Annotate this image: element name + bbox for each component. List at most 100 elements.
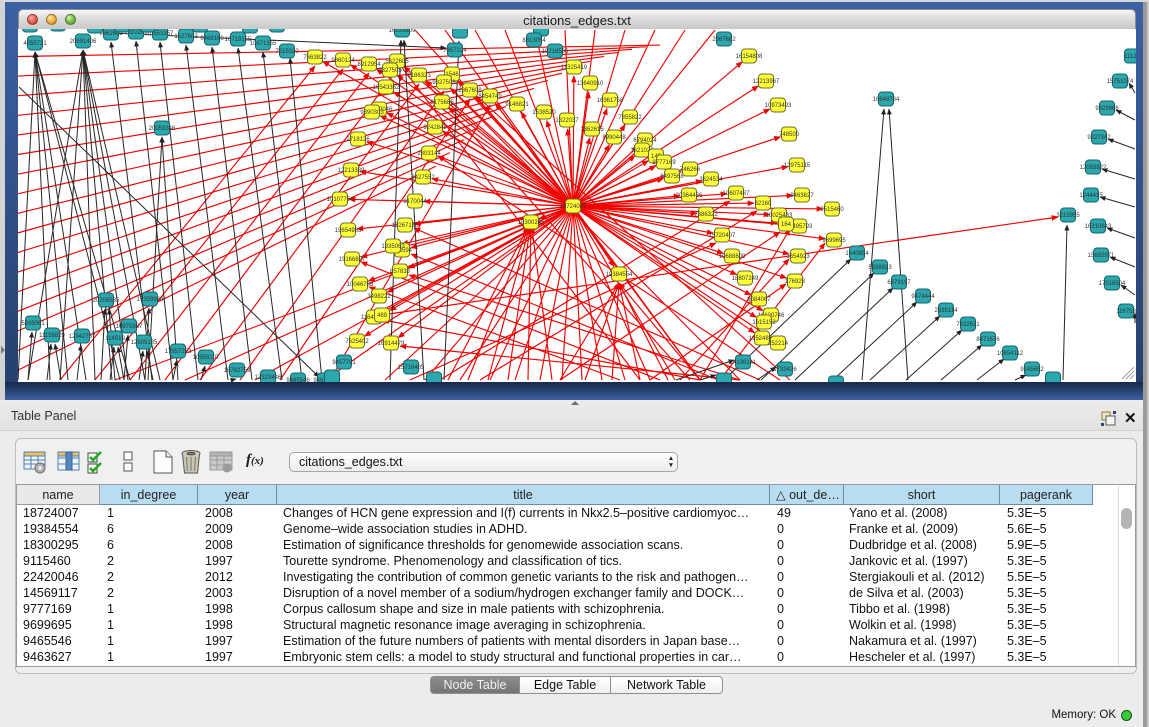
svg-text:19166827: 19166827: [339, 257, 366, 263]
svg-text:13640910: 13640910: [577, 81, 604, 87]
svg-text:19384554: 19384554: [606, 272, 633, 278]
svg-text:1538520: 1538520: [532, 110, 556, 116]
svg-text:8427552: 8427552: [411, 175, 435, 181]
svg-text:9242848: 9242848: [423, 125, 447, 131]
svg-text:10975887: 10975887: [116, 324, 143, 330]
svg-text:15720407: 15720407: [709, 233, 736, 239]
svg-text:8454749: 8454749: [478, 94, 502, 100]
svg-text:10958107: 10958107: [193, 355, 220, 361]
svg-text:1362615: 1362615: [580, 127, 604, 133]
svg-text:16782759: 16782759: [224, 368, 251, 374]
svg-text:9474444: 9474444: [911, 294, 935, 300]
svg-text:10107754: 10107754: [327, 197, 354, 203]
svg-text:10688609: 10688609: [719, 254, 746, 260]
svg-text:9457791: 9457791: [332, 360, 356, 366]
svg-text:12942737: 12942737: [69, 334, 96, 340]
svg-text:5938923: 5938923: [868, 265, 892, 271]
svg-text:12505135: 12505135: [131, 340, 158, 346]
svg-text:10719155: 10719155: [225, 37, 252, 43]
svg-text:12323446: 12323446: [255, 375, 282, 381]
svg-text:12213967: 12213967: [753, 79, 780, 85]
svg-text:18724007: 18724007: [560, 204, 587, 210]
svg-text:17016504: 17016504: [1099, 281, 1126, 287]
svg-text:9465546: 9465546: [286, 378, 310, 382]
svg-text:6466160: 6466160: [200, 36, 224, 42]
svg-text:3624534: 3624534: [699, 177, 723, 183]
svg-text:15692971: 15692971: [1088, 253, 1115, 259]
svg-text:7386322: 7386322: [694, 212, 718, 218]
svg-text:8990448: 8990448: [602, 135, 626, 141]
svg-text:12093822: 12093822: [1080, 165, 1107, 171]
svg-text:9777169: 9777169: [652, 160, 676, 166]
svg-text:16648784: 16648784: [873, 97, 900, 103]
svg-text:176928: 176928: [785, 279, 806, 285]
svg-text:18300295: 18300295: [518, 220, 545, 226]
svg-text:9463627: 9463627: [790, 193, 814, 199]
svg-text:8813054: 8813054: [522, 38, 546, 44]
svg-text:39154: 39154: [18, 331, 19, 337]
svg-text:10973493: 10973493: [765, 103, 792, 109]
svg-text:15751074: 15751074: [1107, 79, 1134, 85]
svg-text:3175685: 3175685: [430, 100, 454, 106]
svg-text:7357224: 7357224: [443, 48, 467, 54]
svg-text:2935114: 2935114: [935, 308, 959, 314]
svg-text:16543362: 16543362: [373, 85, 400, 91]
svg-text:1615152: 1615152: [752, 320, 776, 326]
svg-text:2087682: 2087682: [712, 37, 736, 43]
svg-text:6879197: 6879197: [887, 280, 911, 286]
svg-text:857833: 857833: [390, 269, 411, 275]
svg-text:9390303: 9390303: [360, 110, 384, 116]
svg-text:7632621: 7632621: [956, 322, 980, 328]
svg-text:20053346: 20053346: [149, 126, 176, 132]
svg-text:6497568: 6497568: [660, 174, 684, 180]
svg-text:2718126: 2718126: [346, 137, 370, 143]
svg-text:20206535: 20206535: [93, 298, 120, 304]
svg-text:9515460: 9515460: [820, 207, 844, 213]
svg-text:746266: 746266: [680, 167, 701, 173]
svg-text:252214: 252214: [768, 341, 789, 347]
svg-text:164: 164: [781, 222, 792, 228]
svg-text:11325419: 11325419: [561, 65, 588, 71]
svg-text:3498222: 3498222: [367, 294, 391, 300]
svg-text:1322037: 1322037: [555, 118, 579, 124]
svg-text:9227342: 9227342: [1087, 135, 1111, 141]
svg-text:20364436: 20364436: [676, 193, 703, 199]
svg-text:116753: 116753: [1116, 309, 1136, 315]
svg-text:10607487: 10607487: [723, 191, 750, 197]
svg-text:18807249: 18807249: [732, 276, 759, 282]
svg-text:9329966: 9329966: [1095, 106, 1119, 112]
svg-text:11156829: 11156829: [39, 333, 65, 339]
svg-text:1733426: 1733426: [773, 367, 797, 373]
svg-text:2803144: 2803144: [417, 151, 441, 157]
svg-text:17359934: 17359934: [137, 297, 164, 303]
svg-text:5935061: 5935061: [21, 321, 45, 327]
svg-text:14136141: 14136141: [730, 360, 757, 366]
svg-text:16154808: 16154808: [736, 54, 763, 60]
svg-text:16961758: 16961758: [597, 98, 624, 104]
svg-text:1527602: 1527602: [174, 34, 198, 40]
svg-text:7515520: 7515520: [275, 49, 299, 55]
svg-text:9699695: 9699695: [822, 238, 846, 244]
svg-text:17957253: 17957253: [165, 349, 192, 355]
svg-text:748500: 748500: [779, 132, 800, 138]
svg-text:489: 489: [377, 313, 388, 319]
svg-text:7663822: 7663822: [303, 55, 327, 61]
svg-text:16033809: 16033809: [389, 29, 416, 34]
svg-text:10671355: 10671355: [250, 41, 277, 47]
svg-text:9170044: 9170044: [403, 199, 427, 205]
svg-text:10046788: 10046788: [347, 282, 374, 288]
svg-text:9084067: 9084067: [747, 297, 771, 303]
svg-text:3215955: 3215955: [1056, 213, 1080, 219]
svg-text:9327505: 9327505: [378, 68, 402, 74]
svg-text:1640954: 1640954: [845, 251, 869, 257]
svg-text:9860124: 9860124: [331, 58, 355, 64]
svg-text:19218506: 19218506: [542, 49, 569, 55]
svg-text:114519: 114519: [105, 336, 125, 342]
svg-text:16210643: 16210643: [1085, 224, 1112, 230]
svg-text:8186323: 8186323: [407, 73, 431, 79]
svg-text:9146821: 9146821: [505, 102, 529, 108]
svg-text:1935063: 1935063: [381, 244, 405, 250]
svg-text:4055721: 4055721: [23, 41, 47, 47]
svg-text:16914479: 16914479: [378, 341, 405, 347]
svg-text:15716485: 15716485: [398, 365, 425, 371]
